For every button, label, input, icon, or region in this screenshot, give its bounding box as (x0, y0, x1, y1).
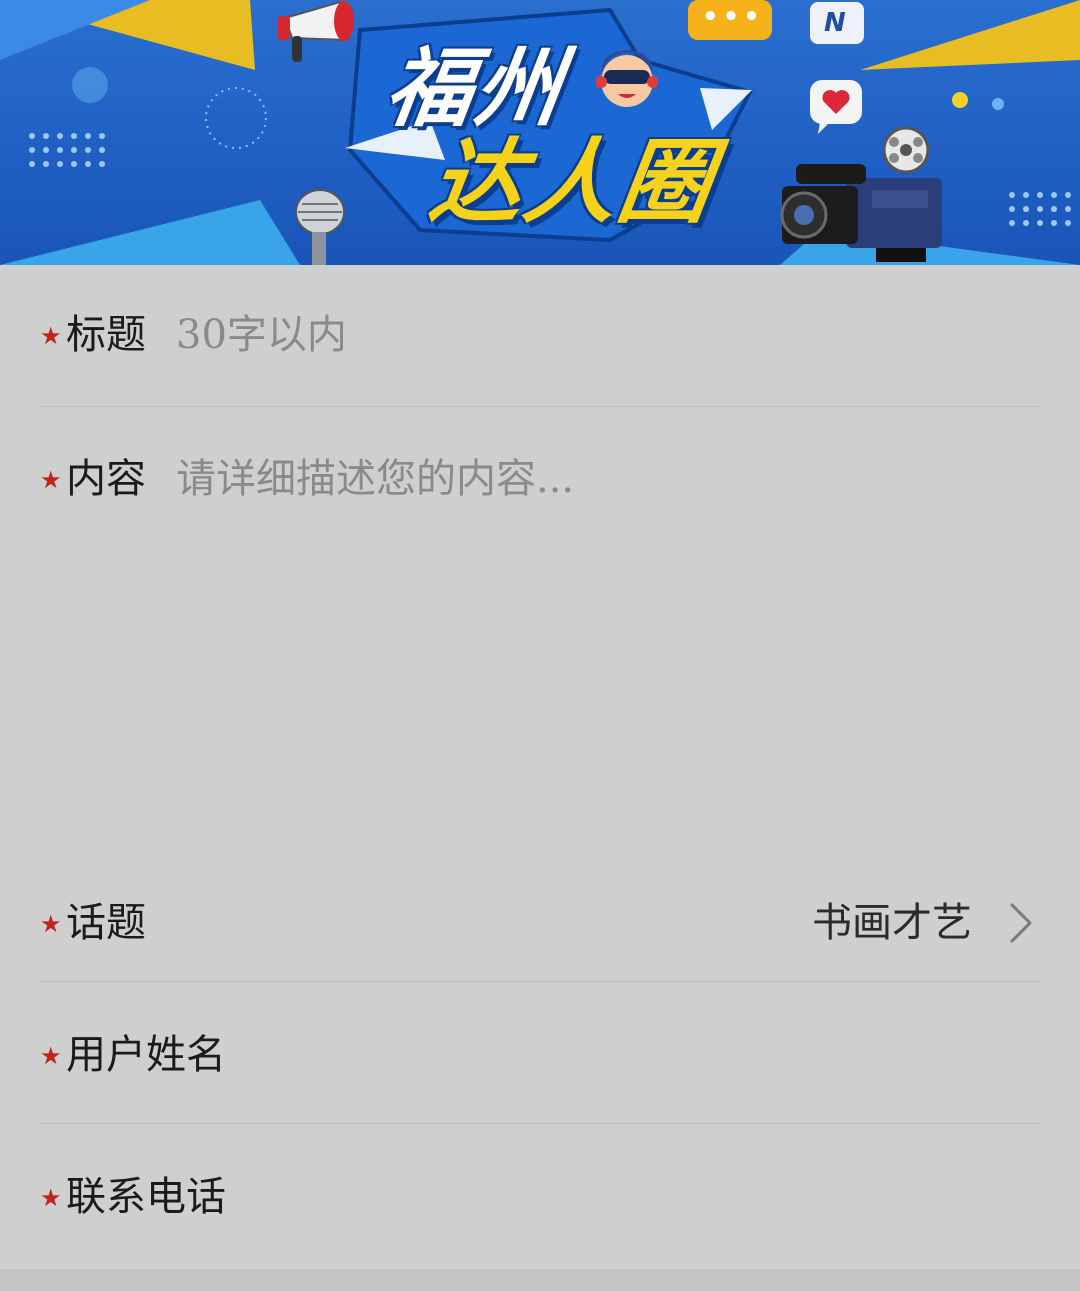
chevron-right-icon[interactable] (1008, 901, 1034, 945)
required-star-icon: ★ (40, 1042, 62, 1070)
topic-value[interactable]: 书画才艺 (812, 903, 972, 943)
banner-title-line2: 达人圈 (423, 129, 721, 236)
username-field-row[interactable]: ★ 用户姓名 (40, 1031, 1040, 1079)
phone-label: 联系电话 (66, 1174, 226, 1220)
username-label: 用户姓名 (66, 1032, 226, 1078)
title-field-row[interactable]: ★ 标题 30字以内 (40, 311, 1040, 359)
divider (40, 981, 1040, 982)
post-form: ★ 标题 30字以内 ★ 内容 请详细描述您的内容... ★ 话题 书画才艺 ★… (0, 265, 1080, 1269)
topic-field-row[interactable]: ★ 话题 书画才艺 (40, 899, 1040, 947)
required-star-icon: ★ (40, 1184, 62, 1212)
required-star-icon: ★ (40, 910, 62, 938)
content-field-row[interactable]: ★ 内容 请详细描述您的内容... (40, 455, 1040, 503)
header-banner: ••• N 福州 达人圈 (0, 0, 1080, 265)
divider (40, 1123, 1040, 1124)
content-label: 内容 (66, 456, 146, 502)
divider (40, 406, 1040, 407)
required-star-icon: ★ (40, 466, 62, 494)
title-label: 标题 (66, 312, 146, 358)
content-textarea[interactable]: 请详细描述您的内容... (176, 459, 574, 499)
topic-label: 话题 (66, 900, 146, 946)
phone-field-row[interactable]: ★ 联系电话 (40, 1173, 1040, 1221)
required-star-icon: ★ (40, 322, 62, 350)
bottom-bar (0, 1269, 1080, 1291)
title-input[interactable]: 30字以内 (176, 315, 347, 355)
banner-title: 福州 达人圈 (0, 0, 1080, 265)
